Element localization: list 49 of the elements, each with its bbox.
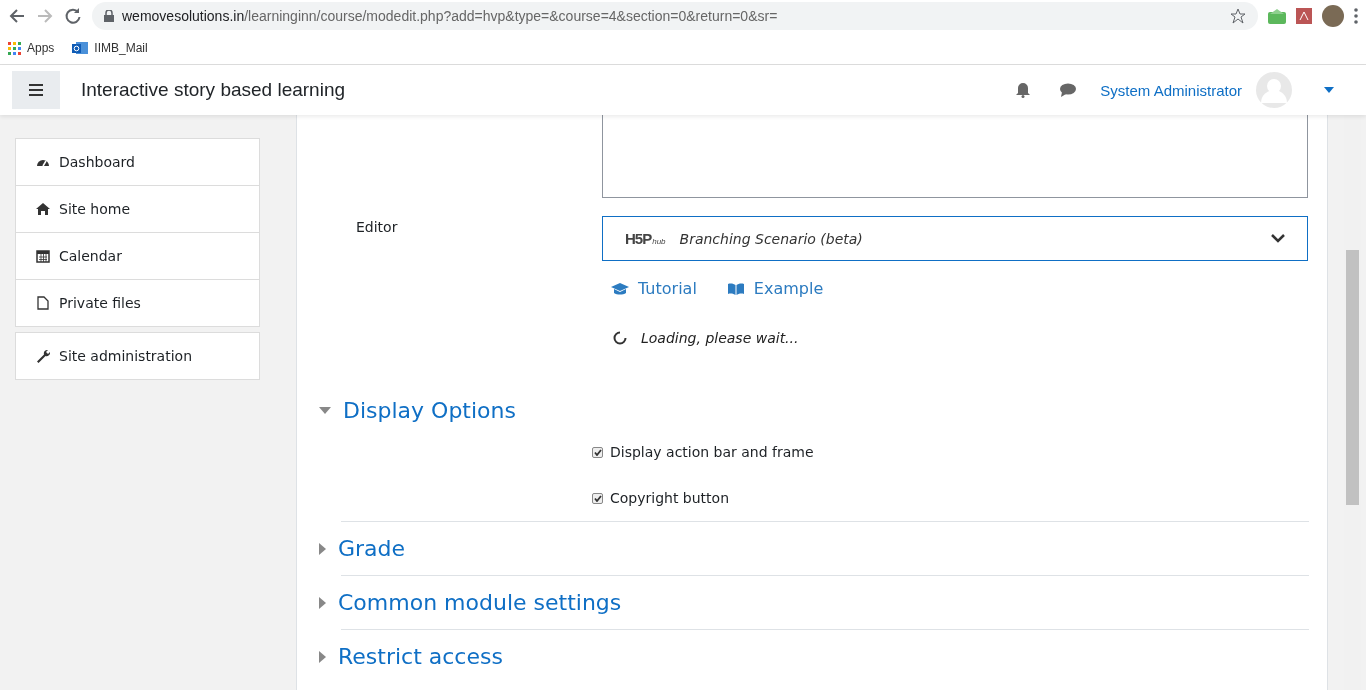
section-heading[interactable]: Grade — [338, 536, 406, 561]
section-heading[interactable]: Display Options — [343, 397, 516, 423]
back-icon[interactable] — [8, 7, 26, 25]
mail-icon — [72, 40, 89, 56]
lock-icon — [104, 10, 114, 22]
book-icon — [726, 282, 745, 295]
file-icon — [36, 296, 50, 310]
content-type-select[interactable]: H5Phub Branching Scenario (beta) — [602, 216, 1308, 261]
home-icon — [36, 202, 50, 216]
avatar-icon[interactable] — [1322, 5, 1344, 27]
url-text: wemovesolutions.in/learninginn/course/modedit.php?add=hvp&type=&course=4&section=0&return=0&sr= — [122, 8, 778, 24]
more-icon[interactable] — [1354, 8, 1358, 24]
help-link[interactable]: Example — [726, 279, 824, 298]
check-icon — [593, 448, 602, 456]
graduation-cap-icon — [611, 282, 629, 295]
chat-icon[interactable] — [1060, 83, 1077, 97]
bookmark[interactable]: Apps — [8, 41, 55, 55]
checkbox-label: Copyright button — [610, 490, 730, 506]
wrench-icon — [36, 349, 50, 363]
hub-logo: H5Phub — [625, 230, 666, 247]
nav-item[interactable]: Site administration — [16, 333, 259, 379]
checkbox[interactable] — [592, 446, 603, 458]
nav-item[interactable]: Site home — [16, 185, 259, 232]
help-link[interactable]: Tutorial — [611, 279, 697, 298]
checkbox-label: Display action bar and frame — [610, 444, 814, 460]
menu-icon — [29, 84, 43, 96]
pdf-icon[interactable] — [1296, 8, 1312, 24]
grid-icon — [8, 41, 21, 55]
caret-icon[interactable] — [1324, 87, 1334, 93]
menu-button[interactable] — [12, 71, 60, 109]
bookmark[interactable]: IIMB_Mail — [72, 40, 148, 56]
star-icon[interactable] — [1230, 8, 1246, 24]
bell-icon[interactable] — [1016, 82, 1031, 98]
calendar-icon — [36, 249, 50, 263]
nav-item[interactable]: Private files — [16, 279, 259, 326]
address-bar[interactable]: wemovesolutions.in/learninginn/course/modedit.php?add=hvp&type=&course=4&section=0&return=0&sr= — [92, 2, 1258, 30]
check-icon — [593, 494, 602, 502]
field-label: Editor — [355, 218, 399, 237]
section-heading[interactable]: Restrict access — [338, 644, 503, 669]
site-title: Interactive story based learning — [81, 79, 346, 101]
section-heading[interactable]: Common module settings — [338, 590, 622, 615]
chevron-icon — [1271, 234, 1285, 243]
nav-item[interactable]: Dashboard — [16, 139, 259, 185]
checkbox[interactable] — [592, 492, 603, 504]
nav-item[interactable]: Calendar — [16, 232, 259, 279]
user-name[interactable]: System Administrator — [1100, 81, 1242, 99]
loading-text: Loading, please wait... — [641, 330, 799, 346]
spinner-icon — [613, 331, 627, 345]
reload-icon[interactable] — [64, 7, 82, 25]
